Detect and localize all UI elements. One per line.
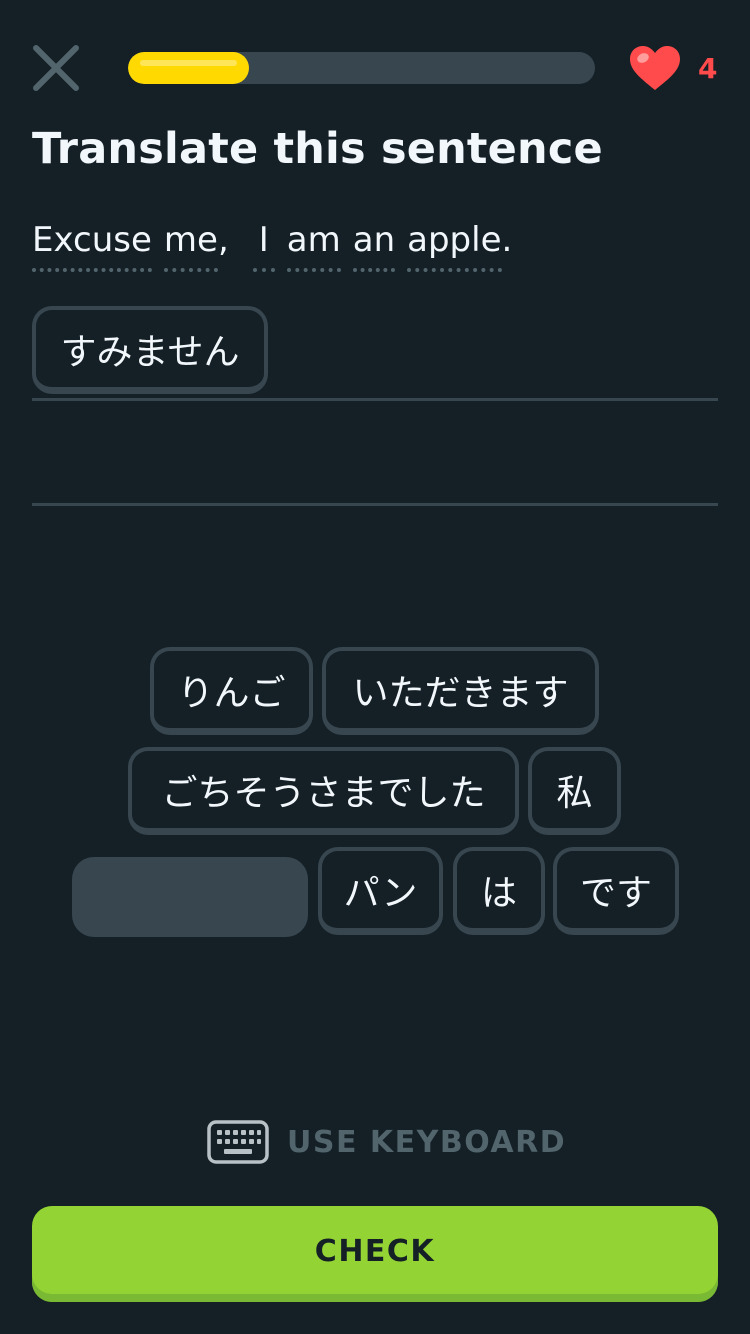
exercise-title: Translate this sentence [32,124,603,174]
progress-fill [128,52,250,84]
close-button[interactable] [28,40,84,96]
prompt-word[interactable]: Excuse [32,218,152,272]
use-keyboard-label: USE KEYBOARD [287,1124,567,1160]
hearts-counter: 4 [628,44,717,92]
word-bank-tile[interactable]: ごちそうさまでした [128,747,519,835]
word-bank-tile[interactable]: パン [318,847,443,935]
progress-bar [128,52,595,84]
answer-tile[interactable]: すみません [32,306,268,394]
word-bank-tile[interactable]: 私 [528,747,621,835]
prompt-sentence: Excuse me, I am an apple. [32,218,512,272]
prompt-word[interactable]: am [286,218,341,272]
prompt-word[interactable]: I [252,218,275,272]
prompt-word[interactable]: apple [407,218,502,272]
prompt-word[interactable]: me [163,218,218,272]
word-bank-tile[interactable]: りんご [150,647,313,735]
keyboard-icon [207,1120,269,1164]
check-button-label: CHECK [314,1233,436,1269]
answer-line [32,503,718,506]
word-bank-tile[interactable]: は [453,847,545,935]
use-keyboard-button[interactable]: USE KEYBOARD [207,1118,566,1166]
used-tile-placeholder [72,857,308,937]
check-button[interactable]: CHECK [32,1206,718,1302]
lesson-screen: 4 Translate this sentence Excuse me, I a… [0,0,750,1334]
word-bank-tile[interactable]: いただきます [322,647,599,735]
hearts-count: 4 [698,51,718,85]
prompt-word[interactable]: an [352,218,396,272]
heart-icon [630,46,680,90]
answer-line [32,398,718,401]
word-bank-tile[interactable]: です [553,847,679,935]
close-icon [33,45,79,91]
